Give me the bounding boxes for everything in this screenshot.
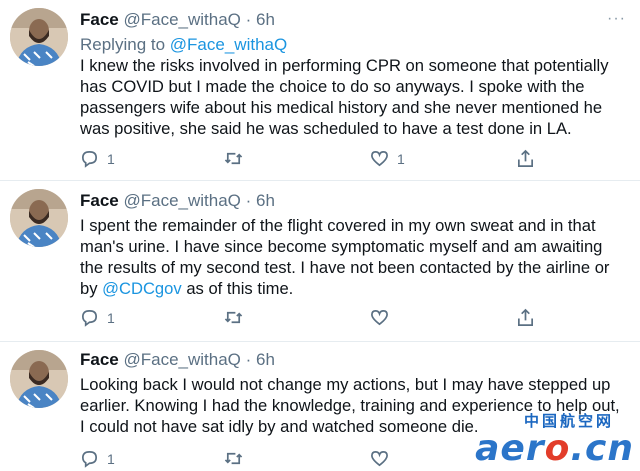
watermark-en-o: o	[544, 428, 571, 469]
watermark-logo: 中国航空网 aero.cn	[475, 410, 634, 467]
avatar[interactable]	[10, 189, 68, 247]
reply-button[interactable]: 1	[80, 308, 115, 327]
reply-count: 1	[107, 309, 115, 326]
user-handle[interactable]: @Face_withaQ	[123, 10, 240, 29]
tweet-text: I knew the risks involved in performing …	[80, 56, 609, 138]
user-handle[interactable]: @Face_withaQ	[123, 191, 240, 210]
reply-icon	[81, 309, 98, 327]
more-icon[interactable]: ···	[607, 10, 626, 28]
tweet-header: Face @Face_withaQ · 6h	[80, 10, 275, 30]
share-button[interactable]	[516, 149, 535, 168]
reply-count: 1	[107, 450, 115, 467]
like-button[interactable]	[370, 449, 397, 468]
avatar-image	[10, 8, 68, 66]
watermark-en-text: aero.cn	[475, 431, 634, 467]
display-name[interactable]: Face	[80, 191, 119, 210]
tweet-actions: 1	[80, 308, 620, 330]
share-button[interactable]	[516, 308, 535, 327]
avatar-image	[10, 350, 68, 408]
mention-link[interactable]: @CDCgov	[102, 279, 182, 298]
like-button[interactable]	[370, 308, 397, 327]
user-handle[interactable]: @Face_withaQ	[123, 350, 240, 369]
reply-count: 1	[107, 150, 115, 167]
like-icon	[371, 450, 388, 467]
watermark-en-a: aer	[475, 428, 545, 469]
share-icon	[517, 308, 534, 326]
retweet-icon	[224, 452, 243, 465]
reply-icon	[81, 450, 98, 468]
retweet-icon	[224, 152, 243, 165]
separator-dot: ·	[245, 10, 252, 29]
replying-to-link[interactable]: @Face_withaQ	[170, 35, 287, 54]
tweet-text-part2: as of this time.	[181, 279, 294, 298]
timestamp[interactable]: 6h	[256, 191, 275, 210]
retweet-button[interactable]	[224, 449, 251, 468]
avatar-image	[10, 189, 68, 247]
tweet-header: Face @Face_withaQ · 6h	[80, 350, 275, 370]
tweet-1[interactable]: Face @Face_withaQ · 6h ··· Replying to @…	[0, 0, 640, 180]
reply-button[interactable]: 1	[80, 149, 115, 168]
separator-dot: ·	[245, 350, 252, 369]
replying-prefix: Replying to	[80, 35, 170, 54]
like-icon	[371, 309, 388, 326]
reply-button[interactable]: 1	[80, 449, 115, 468]
share-icon	[517, 149, 534, 167]
tweet-text: I spent the remainder of the flight cove…	[80, 215, 625, 299]
display-name[interactable]: Face	[80, 350, 119, 369]
tweet-header: Face @Face_withaQ · 6h	[80, 191, 275, 211]
tweet-actions: 1 1	[80, 149, 620, 171]
like-icon	[371, 150, 388, 167]
tweet-2[interactable]: Face @Face_withaQ · 6h I spent the remai…	[0, 181, 640, 341]
more-label: ···	[607, 10, 626, 27]
timestamp[interactable]: 6h	[256, 350, 275, 369]
like-count: 1	[397, 150, 405, 167]
reply-icon	[81, 150, 98, 168]
retweet-button[interactable]	[224, 308, 251, 327]
replying-to: Replying to @Face_withaQ	[80, 35, 287, 55]
retweet-icon	[224, 311, 243, 324]
display-name[interactable]: Face	[80, 10, 119, 29]
timestamp[interactable]: 6h	[256, 10, 275, 29]
separator-dot: ·	[245, 191, 252, 210]
like-button[interactable]: 1	[370, 149, 405, 168]
avatar[interactable]	[10, 8, 68, 66]
retweet-button[interactable]	[224, 149, 251, 168]
watermark-en-b: .cn	[570, 428, 634, 469]
avatar[interactable]	[10, 350, 68, 408]
